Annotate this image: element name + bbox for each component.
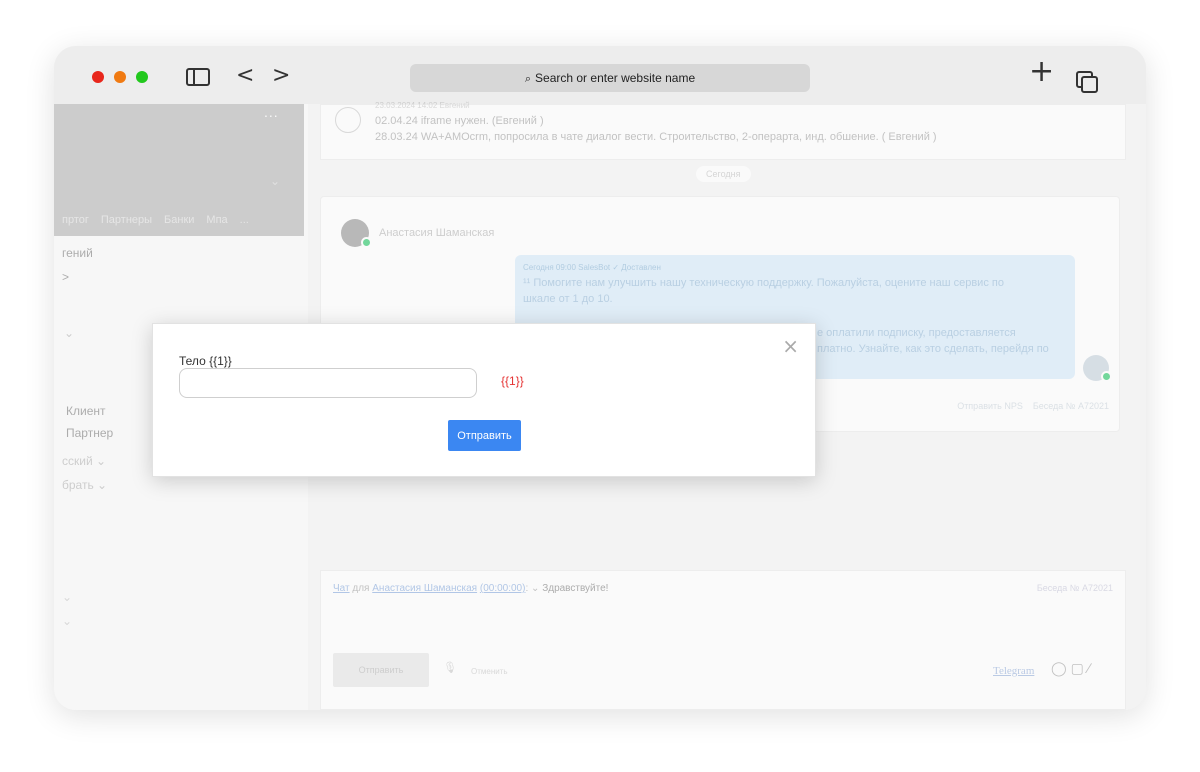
search-icon: ⌕ xyxy=(524,73,532,85)
address-placeholder: Search or enter website name xyxy=(535,71,696,85)
sidebar-toggle-icon[interactable] xyxy=(186,68,210,86)
minimize-window-button[interactable] xyxy=(114,71,126,83)
screenshot-stage: < > ⌕ Search or enter website name + ... … xyxy=(0,0,1200,772)
address-bar[interactable]: ⌕ Search or enter website name xyxy=(410,64,810,92)
close-icon[interactable]: × xyxy=(782,334,799,358)
browser-toolbar: < > ⌕ Search or enter website name + xyxy=(54,46,1146,104)
body-field-label: Тело {{1}} xyxy=(179,354,232,368)
tab-overview-icon[interactable] xyxy=(1076,71,1098,93)
body-variable-input[interactable] xyxy=(179,368,477,398)
forward-icon[interactable]: > xyxy=(272,64,290,88)
zoom-window-button[interactable] xyxy=(136,71,148,83)
variable-hint: {{1}} xyxy=(501,374,524,388)
new-tab-icon[interactable]: + xyxy=(1029,57,1054,87)
back-icon[interactable]: < xyxy=(236,64,254,88)
close-window-button[interactable] xyxy=(92,71,104,83)
template-variables-dialog: × Тело {{1}} {{1}} Отправить xyxy=(152,323,816,477)
send-button[interactable]: Отправить xyxy=(448,420,521,451)
